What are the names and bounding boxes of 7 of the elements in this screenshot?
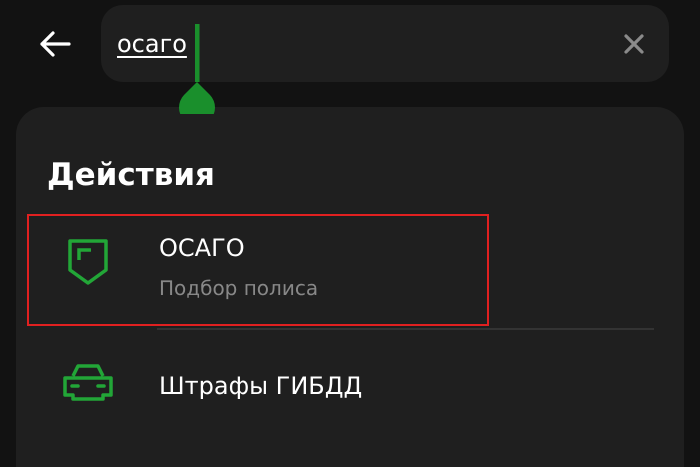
section-title: Действия	[47, 157, 216, 193]
search-field[interactable]: осаго	[101, 5, 669, 82]
item-title: ОСАГО	[159, 234, 246, 262]
search-text: осаго	[117, 30, 187, 58]
item-subtitle: Подбор полиса	[159, 276, 318, 300]
item-title: Штрафы ГИБДД	[159, 372, 362, 400]
action-item[interactable]: Штрафы ГИБДД	[27, 330, 489, 442]
